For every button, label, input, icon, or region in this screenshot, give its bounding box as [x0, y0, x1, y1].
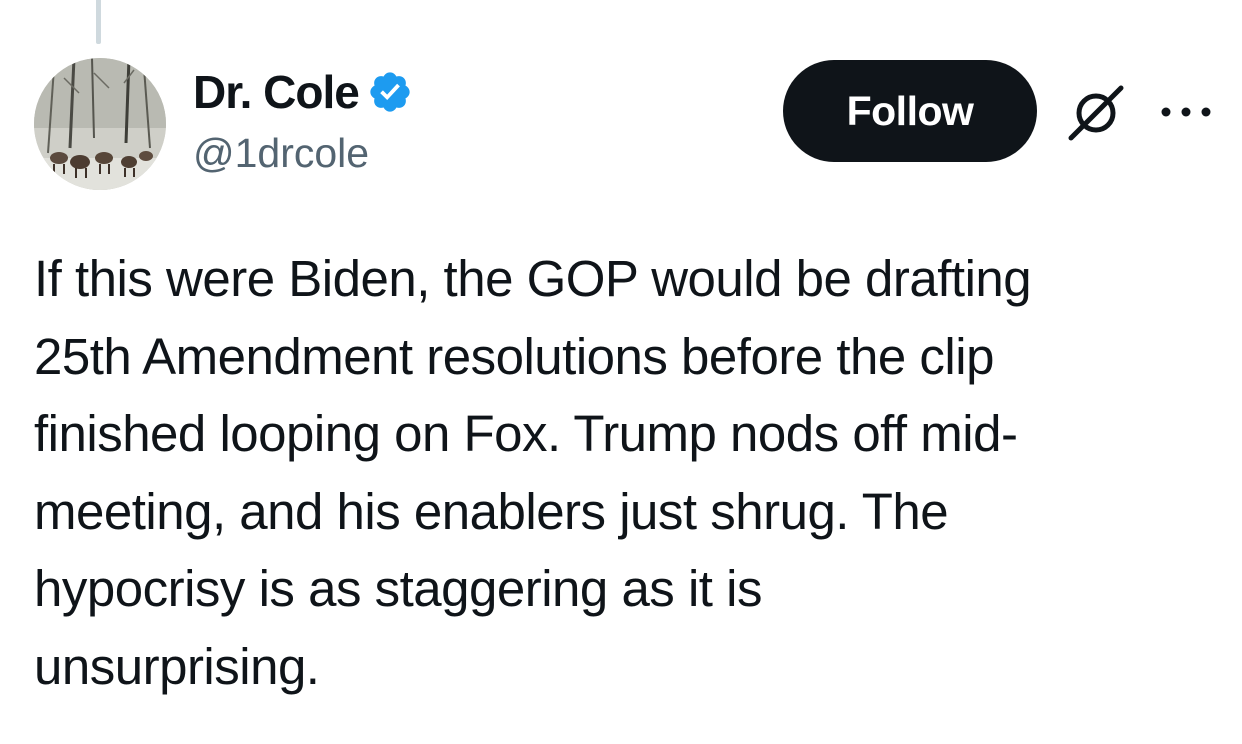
author-handle[interactable]: @1drcole — [193, 126, 413, 180]
tweet-text: If this were Biden, the GOP would be dra… — [34, 240, 1214, 705]
deer-in-snow-avatar-icon — [34, 58, 166, 190]
tweet-text-line: finished looping on Fox. Trump nods off … — [34, 405, 1018, 462]
tweet-text-line: If this were Biden, the GOP would be dra… — [34, 250, 1032, 307]
tweet-text-line: hypocrisy is as staggering as it is — [34, 560, 762, 617]
tweet-text-line: 25th Amendment resolutions before the cl… — [34, 327, 994, 385]
tweet-text-line: unsurprising. — [34, 637, 320, 695]
author-block: Dr. Cole @1drcole — [193, 62, 413, 180]
follow-button[interactable]: Follow — [783, 60, 1037, 162]
avatar[interactable] — [34, 58, 166, 190]
name-row: Dr. Cole — [193, 62, 413, 122]
tweet-text-line: meeting, and his enablers just shrug. Th… — [34, 482, 949, 540]
grok-icon[interactable] — [1063, 80, 1129, 146]
more-options-icon[interactable] — [1156, 92, 1216, 132]
thread-connector-line — [96, 0, 101, 44]
verified-badge-icon[interactable] — [367, 69, 413, 115]
author-display-name[interactable]: Dr. Cole — [193, 62, 360, 122]
